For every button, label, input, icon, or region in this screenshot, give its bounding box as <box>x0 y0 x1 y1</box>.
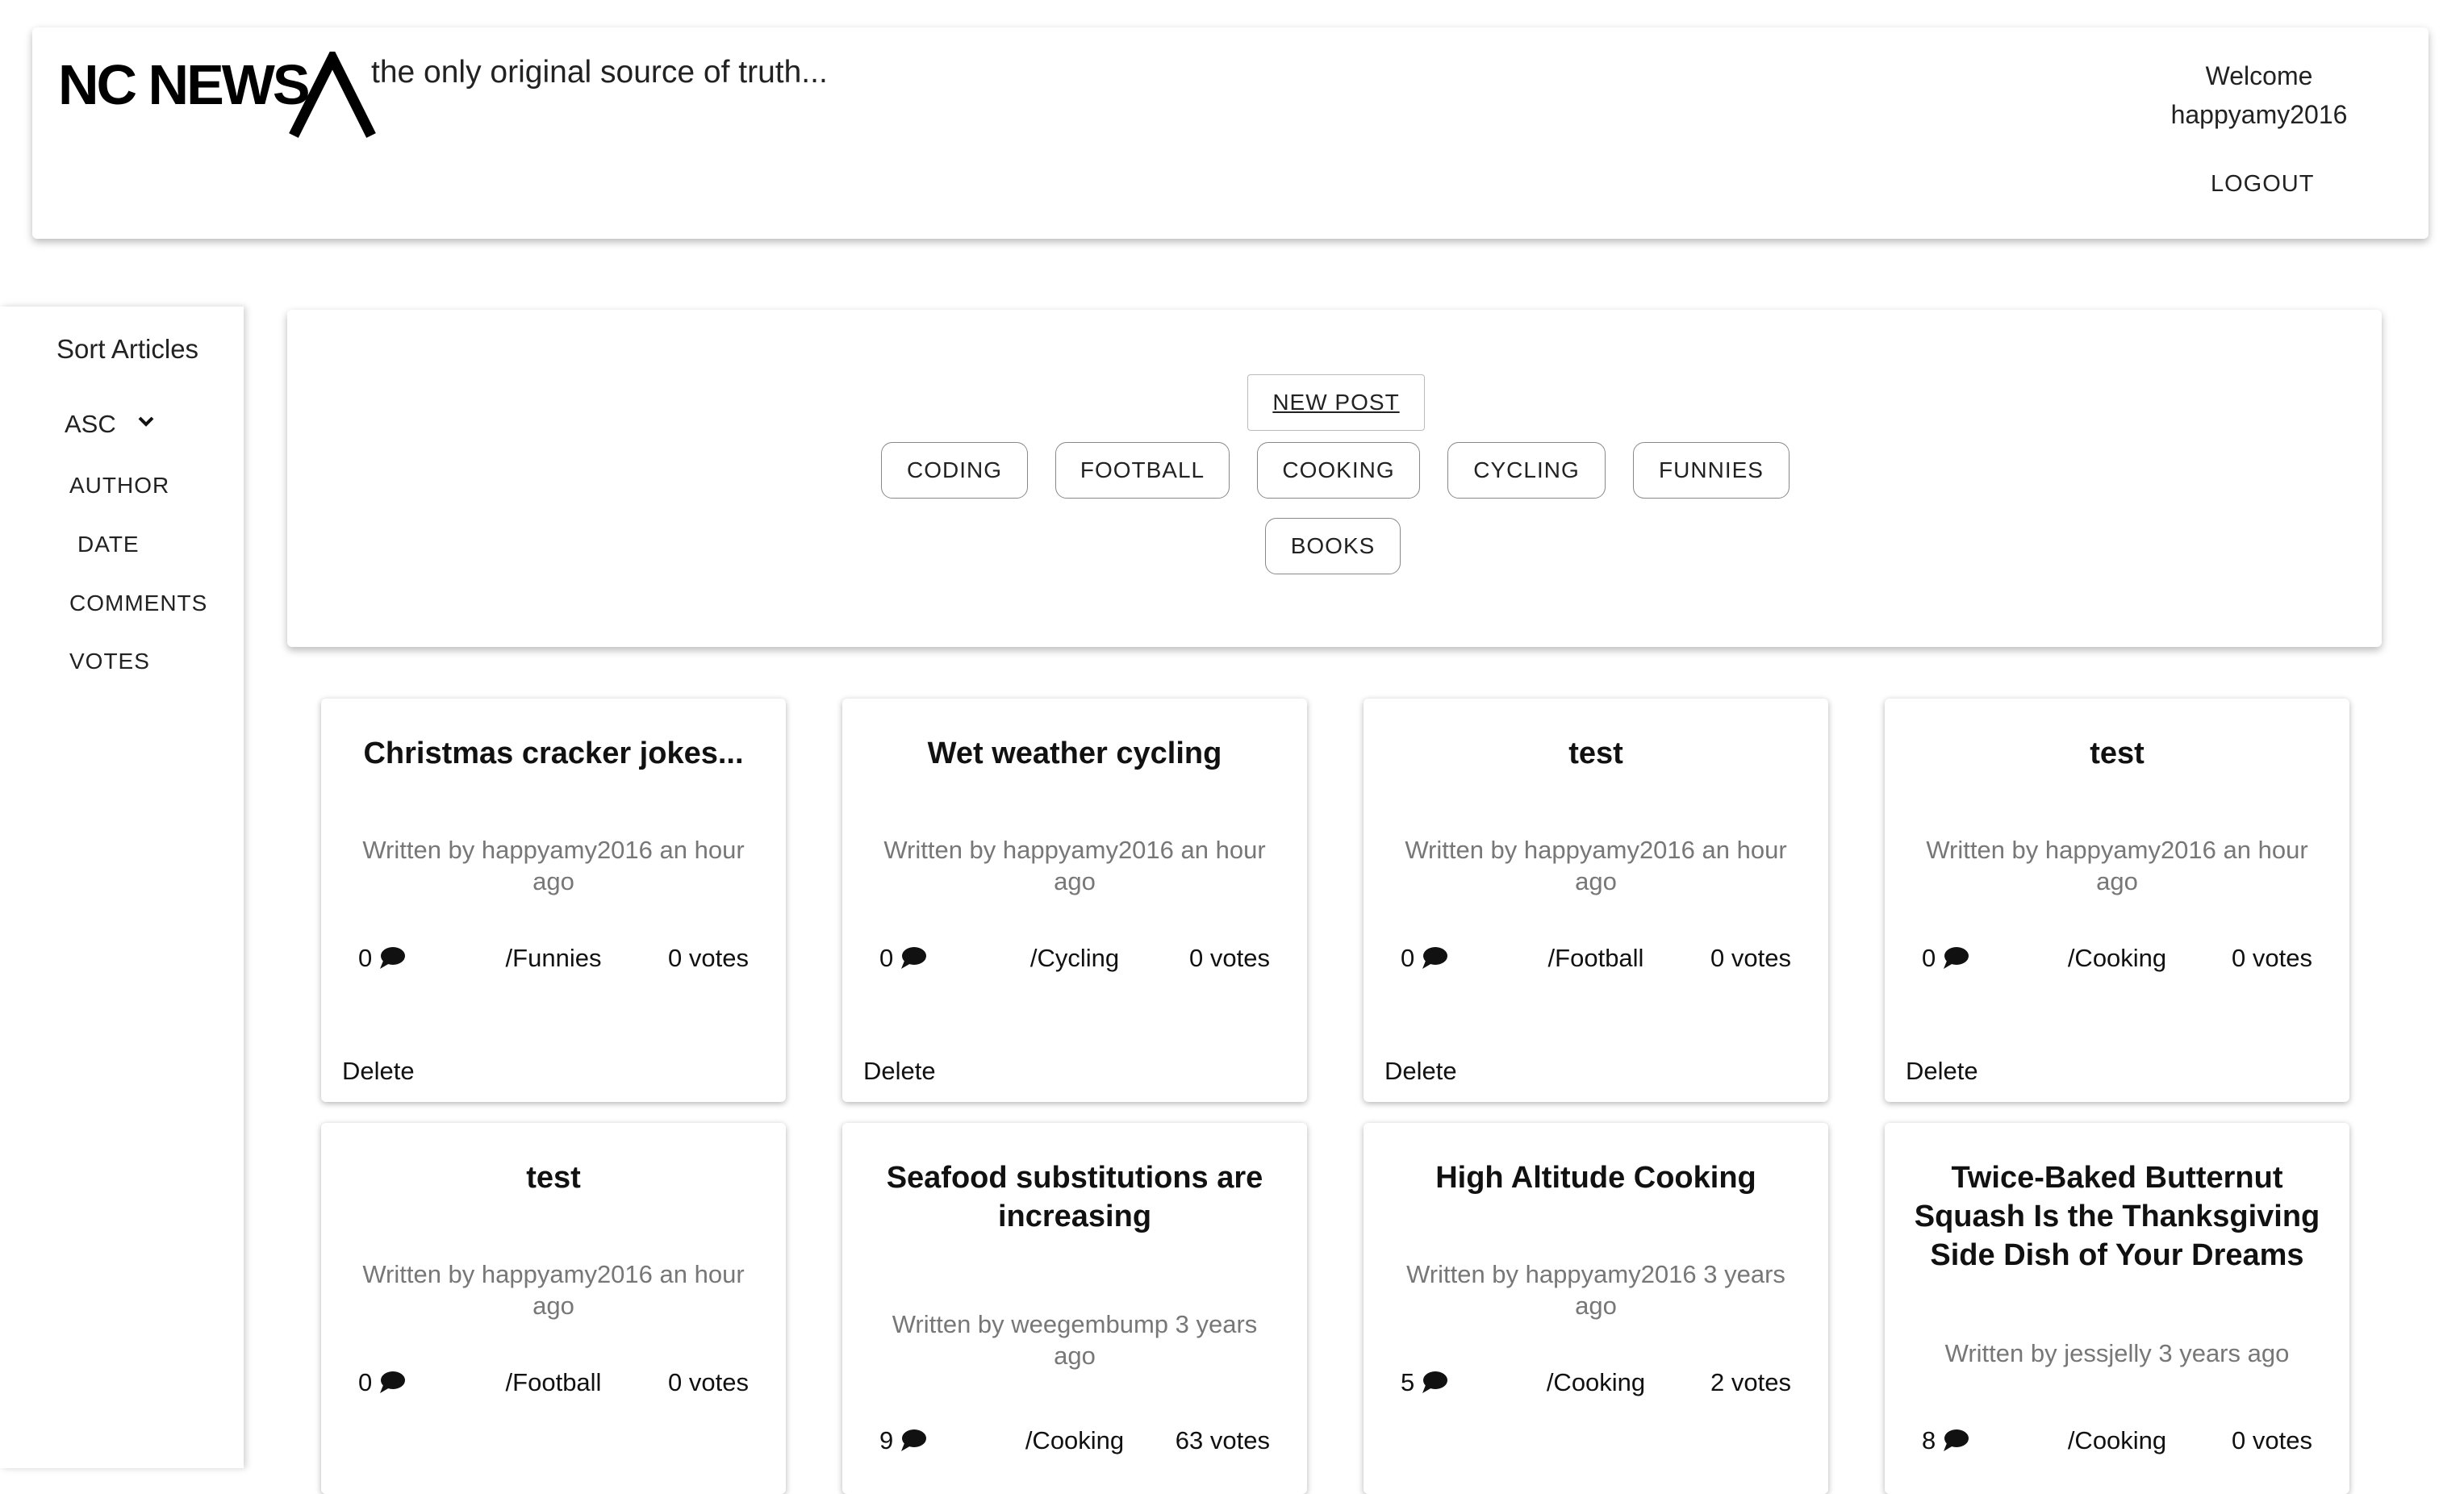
article-votes: 0 votes <box>668 944 749 972</box>
delete-button[interactable]: Delete <box>1906 1057 1978 1086</box>
article-stats: 0 /Cooking 0 votes <box>1885 944 2349 976</box>
topic-button-books[interactable]: BOOKS <box>1265 518 1401 574</box>
topic-button-football[interactable]: FOOTBALL <box>1055 442 1230 499</box>
article-stats: 0 /Football 0 votes <box>1364 944 1828 976</box>
article-stats: 9 /Cooking 63 votes <box>842 1426 1307 1459</box>
sort-title: Sort Articles <box>56 334 199 364</box>
topic-button-coding[interactable]: CODING <box>881 442 1028 499</box>
article-title[interactable]: Twice-Baked Butternut Squash Is the Than… <box>1909 1158 2325 1275</box>
article-votes: 0 votes <box>2232 944 2312 972</box>
topics-panel: NEW POST CODING FOOTBALL COOKING CYCLING… <box>287 310 2382 647</box>
article-stats: 5 /Cooking 2 votes <box>1364 1368 1828 1400</box>
article-card[interactable]: Wet weather cycling Written by happyamy2… <box>842 699 1307 1102</box>
article-card[interactable]: test Written by happyamy2016 an hour ago… <box>1364 699 1828 1102</box>
site-logo[interactable]: NC NEWS <box>58 56 311 113</box>
welcome-message: Welcome happyamy2016 <box>2146 56 2372 134</box>
article-title[interactable]: test <box>345 1158 762 1197</box>
article-card[interactable]: Twice-Baked Butternut Squash Is the Than… <box>1885 1123 2349 1494</box>
article-card[interactable]: test Written by happyamy2016 an hour ago… <box>321 1123 786 1494</box>
article-meta: Written by happyamy2016 an hour ago <box>883 836 1266 895</box>
article-meta: Written by weegembump 3 years ago <box>892 1310 1258 1370</box>
logout-button[interactable]: LOGOUT <box>2211 171 2314 198</box>
article-card[interactable]: Christmas cracker jokes... Written by ha… <box>321 699 786 1102</box>
article-title[interactable]: Wet weather cycling <box>867 734 1283 773</box>
article-votes: 0 votes <box>668 1368 749 1396</box>
new-post-button[interactable]: NEW POST <box>1247 374 1425 431</box>
delete-button[interactable]: Delete <box>1384 1057 1457 1086</box>
sort-option-votes[interactable]: VOTES <box>69 649 150 674</box>
article-votes: 2 votes <box>1710 1368 1791 1396</box>
delete-button[interactable]: Delete <box>863 1057 936 1086</box>
article-title[interactable]: Seafood substitutions are increasing <box>867 1158 1283 1236</box>
caret-logo-icon <box>289 52 376 138</box>
article-title[interactable]: test <box>1388 734 1804 773</box>
welcome-label: Welcome <box>2205 61 2313 90</box>
article-card[interactable]: Seafood substitutions are increasing Wri… <box>842 1123 1307 1494</box>
chevron-down-icon[interactable] <box>137 415 155 428</box>
article-stats: 0 /Cycling 0 votes <box>842 944 1307 976</box>
article-title[interactable]: test <box>1909 734 2325 773</box>
article-meta: Written by happyamy2016 an hour ago <box>362 1260 745 1320</box>
site-header: NC NEWS the only original source of trut… <box>32 27 2429 239</box>
topic-button-cooking[interactable]: COOKING <box>1257 442 1420 499</box>
article-meta: Written by happyamy2016 an hour ago <box>1926 836 2308 895</box>
sort-sidebar: Sort Articles ASC AUTHOR DATE COMMENTS V… <box>0 307 244 1468</box>
article-meta: Written by happyamy2016 an hour ago <box>1405 836 1787 895</box>
article-stats: 0 /Football 0 votes <box>321 1368 786 1400</box>
delete-button[interactable]: Delete <box>342 1057 415 1086</box>
sort-option-comments[interactable]: COMMENTS <box>69 591 207 616</box>
sort-option-author[interactable]: AUTHOR <box>69 473 169 499</box>
username-label: happyamy2016 <box>2170 100 2348 129</box>
sort-option-date[interactable]: DATE <box>77 532 140 557</box>
article-meta: Written by jessjelly 3 years ago <box>1944 1339 2290 1367</box>
article-title[interactable]: High Altitude Cooking <box>1388 1158 1804 1197</box>
site-tagline: the only original source of truth... <box>371 55 828 90</box>
sort-order-select[interactable]: ASC <box>65 410 116 439</box>
article-title[interactable]: Christmas cracker jokes... <box>345 734 762 773</box>
article-votes: 0 votes <box>1710 944 1791 972</box>
article-votes: 0 votes <box>1189 944 1270 972</box>
article-card[interactable]: test Written by happyamy2016 an hour ago… <box>1885 699 2349 1102</box>
article-stats: 8 /Cooking 0 votes <box>1885 1426 2349 1459</box>
article-meta: Written by happyamy2016 3 years ago <box>1406 1260 1785 1320</box>
topic-button-funnies[interactable]: FUNNIES <box>1633 442 1790 499</box>
article-card[interactable]: High Altitude Cooking Written by happyam… <box>1364 1123 1828 1494</box>
topic-button-cycling[interactable]: CYCLING <box>1447 442 1606 499</box>
article-meta: Written by happyamy2016 an hour ago <box>362 836 745 895</box>
article-votes: 63 votes <box>1175 1426 1270 1454</box>
article-stats: 0 /Funnies 0 votes <box>321 944 786 976</box>
article-votes: 0 votes <box>2232 1426 2312 1454</box>
